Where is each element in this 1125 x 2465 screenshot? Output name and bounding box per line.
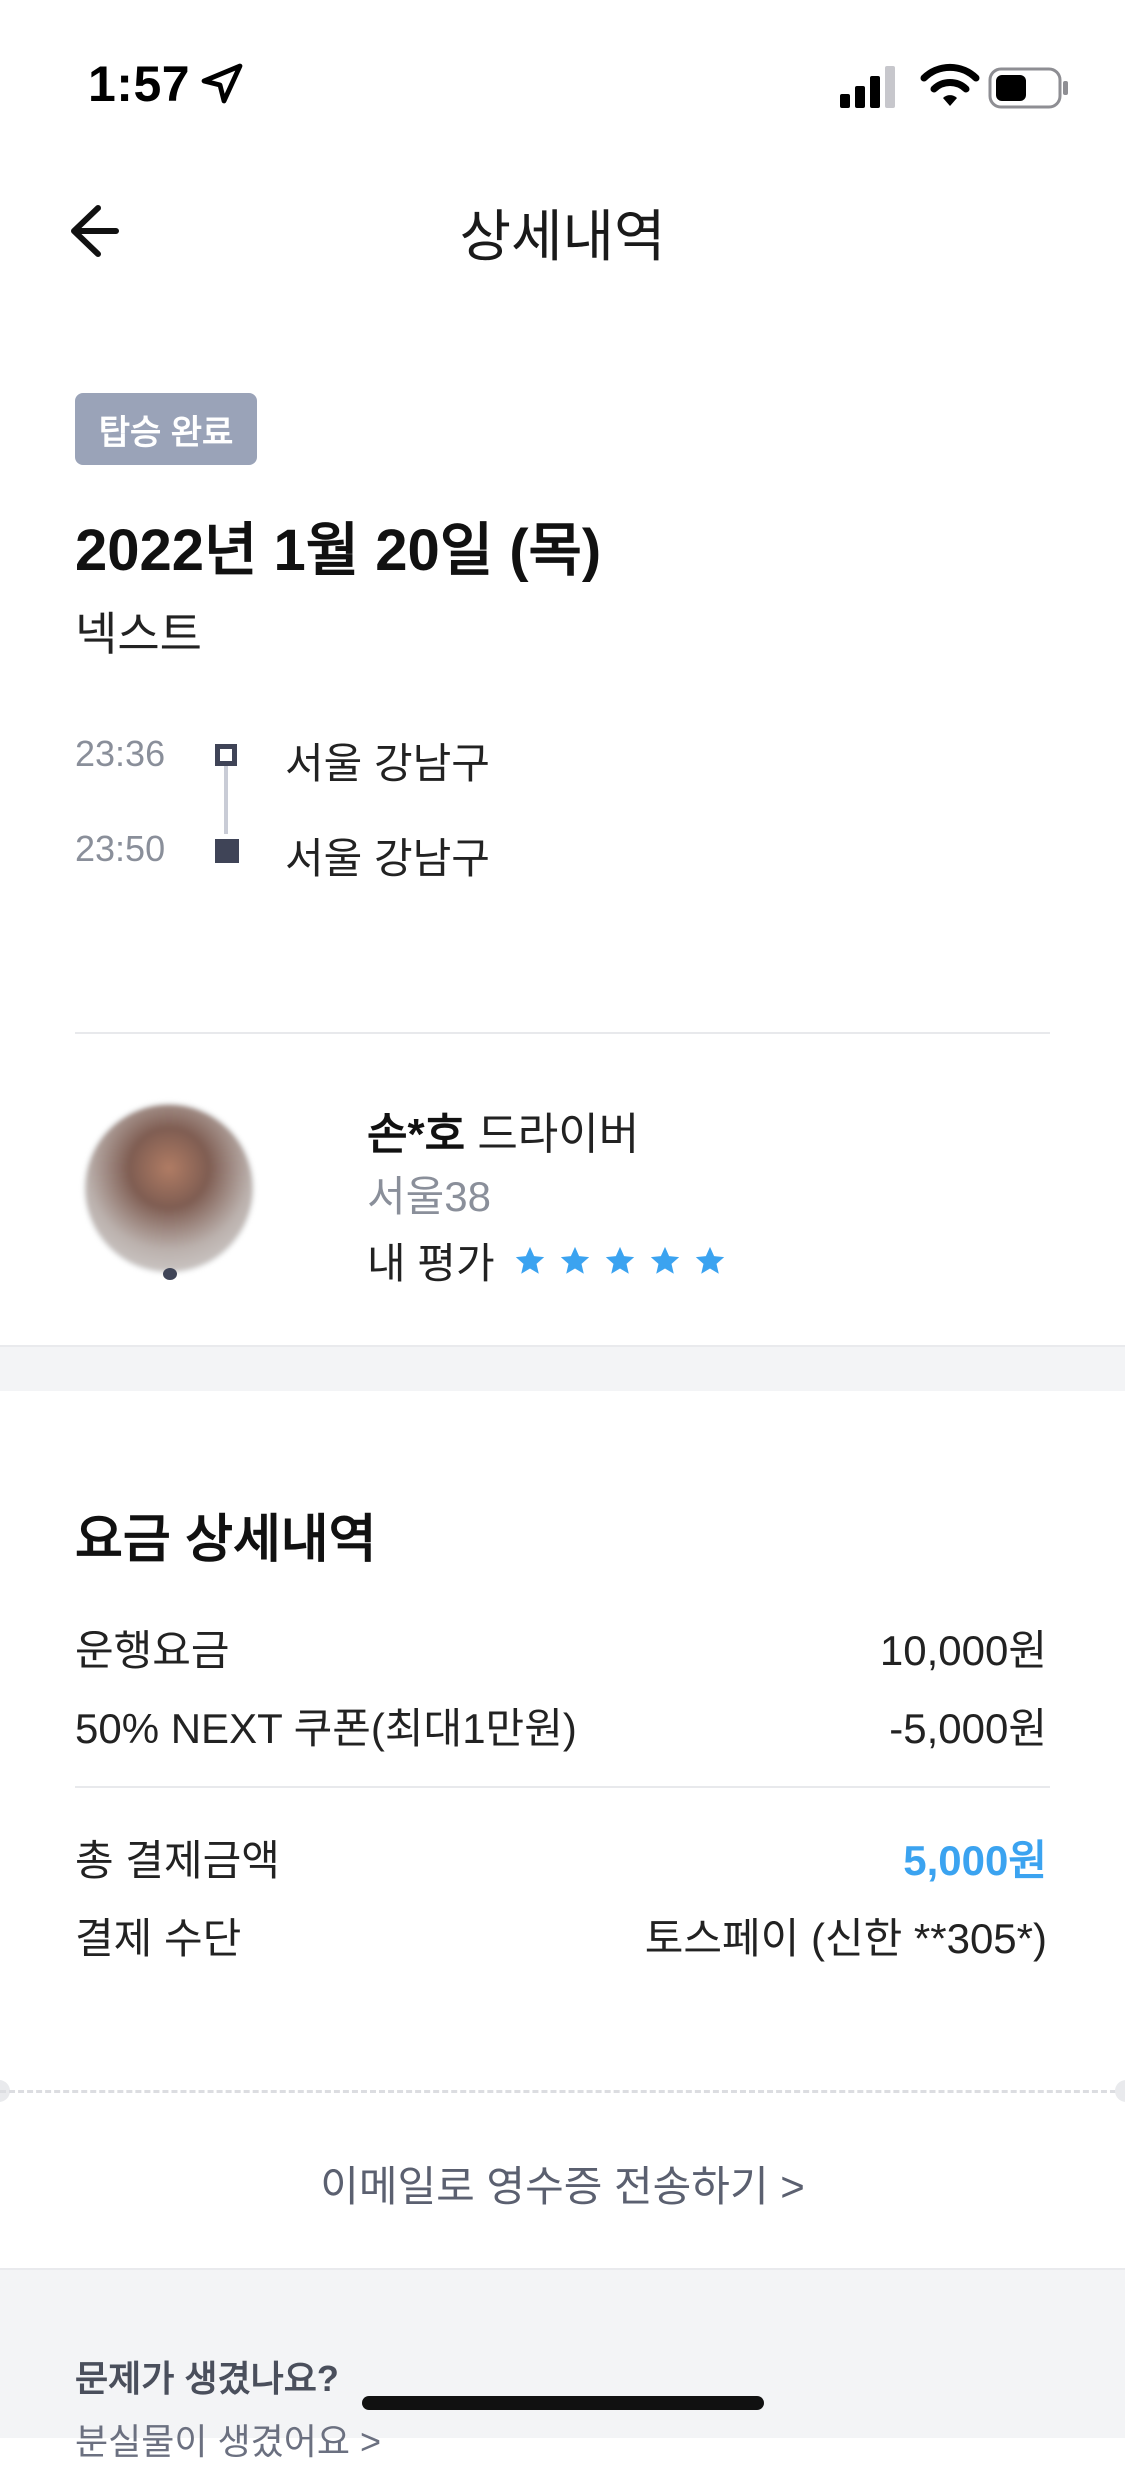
coupon-value: -5,000원: [889, 1705, 1047, 1752]
service-name: 넥스트: [75, 608, 202, 660]
driver-role: 드라이버: [477, 1110, 640, 1159]
cellular-signal-icon: [840, 66, 895, 108]
dropoff-place: 서울 강남구: [285, 835, 490, 882]
my-rating: 내 평가: [367, 1230, 738, 1291]
status-badge: 탑승 완료: [75, 393, 257, 465]
star-icon: [650, 1246, 679, 1274]
payment-method-value: 토스페이 (신한 **305*): [644, 1915, 1047, 1962]
base-fare-value: 10,000원: [879, 1627, 1047, 1674]
driver-info: 손*호 드라이버: [367, 1098, 639, 1162]
wifi-icon: [920, 63, 980, 106]
fare-section-title: 요금 상세내역: [75, 1511, 377, 1569]
email-receipt-link[interactable]: 이메일로 영수증 전송하기 >: [0, 2153, 1125, 2214]
receipt-tear-line: [0, 2090, 1125, 2093]
route-line: [224, 766, 228, 834]
divider: [75, 1032, 1050, 1034]
base-fare-label: 운행요금: [75, 1627, 230, 1674]
total-label: 총 결제금액: [75, 1837, 280, 1884]
rating-label: 내 평가: [367, 1240, 495, 1287]
vehicle-plate: 서울38: [367, 1173, 491, 1220]
battery-icon: [988, 67, 1068, 109]
divider: [75, 1786, 1050, 1788]
receipt-notch-right: [1115, 2080, 1125, 2102]
dropoff-marker-icon: [215, 839, 239, 863]
star-icon: [695, 1246, 724, 1274]
page-title: 상세내역: [459, 205, 666, 268]
star-icon: [515, 1246, 544, 1274]
section-separator: [0, 1345, 1125, 1391]
pickup-marker-icon: [215, 744, 237, 766]
dropoff-time: 23:50: [75, 828, 166, 869]
coupon-label: 50% NEXT 쿠폰(최대1만원): [75, 1705, 577, 1752]
location-arrow-icon: [201, 63, 243, 104]
help-title: 문제가 생겼나요?: [75, 2358, 339, 2399]
driver-avatar: [83, 1102, 255, 1274]
payment-method-label: 결제 수단: [75, 1915, 242, 1962]
avatar-indicator: [163, 1268, 177, 1280]
rating-stars: [513, 1244, 738, 1278]
driver-name: 손*호: [367, 1110, 466, 1159]
status-time: 1:57: [88, 56, 191, 112]
home-indicator: [362, 2396, 764, 2410]
ride-date: 2022년 1월 20일 (목): [75, 518, 602, 583]
pickup-place: 서울 강남구: [285, 740, 490, 787]
lost-item-link[interactable]: 분실물이 생겼어요 >: [75, 2413, 381, 2465]
star-icon: [560, 1246, 589, 1274]
pickup-time: 23:36: [75, 733, 166, 774]
star-icon: [605, 1246, 634, 1274]
total-value: 5,000원: [903, 1837, 1047, 1884]
